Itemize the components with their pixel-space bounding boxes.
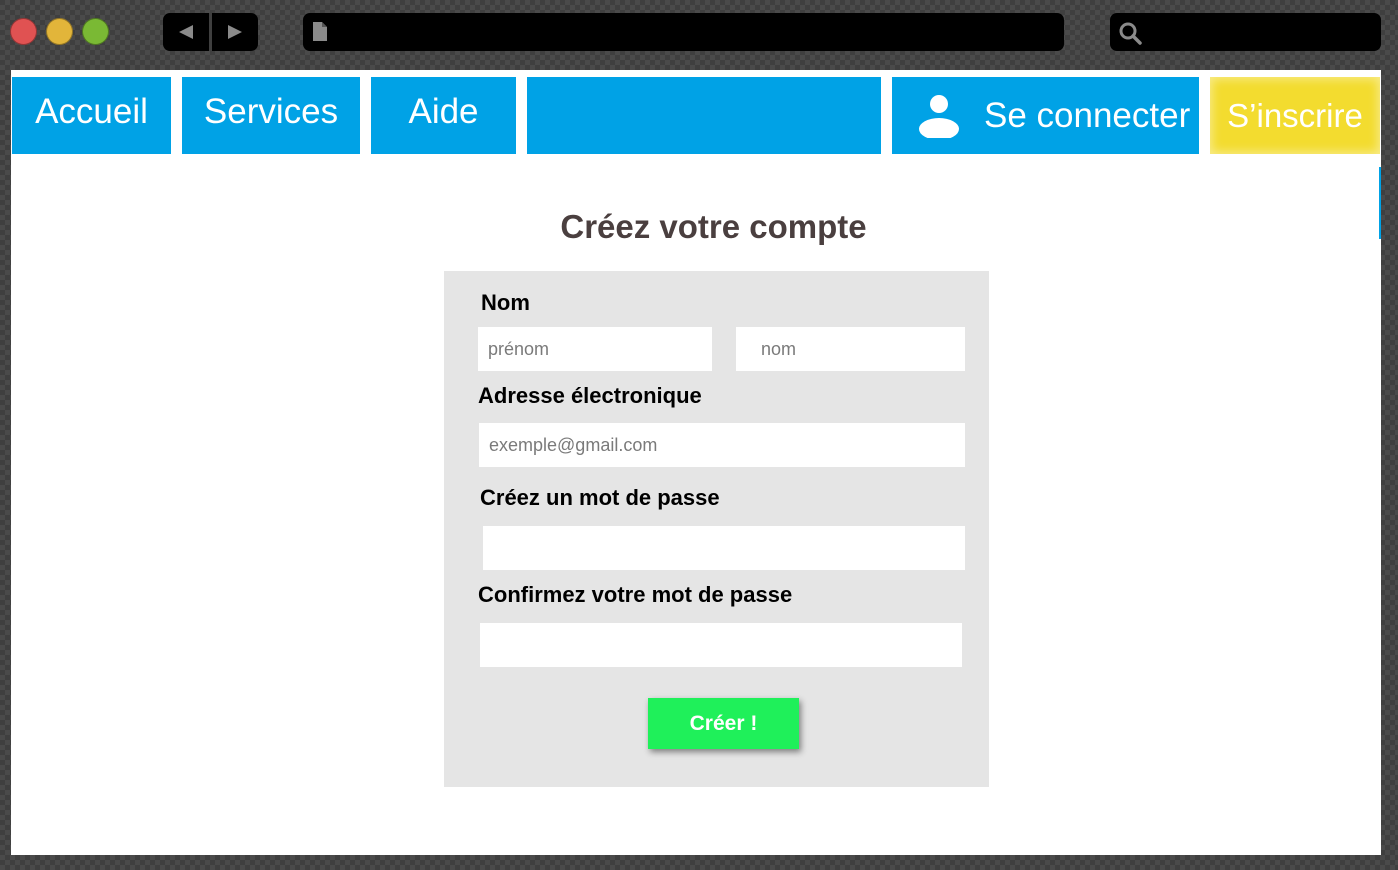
page-viewport: Accueil Services Aide Se connecter S’ins…: [11, 70, 1381, 855]
password-input[interactable]: [483, 526, 965, 570]
page-file-icon: [313, 22, 327, 41]
nav-home[interactable]: Accueil: [12, 77, 171, 154]
minimize-window-button[interactable]: [46, 18, 73, 45]
browser-chrome: [0, 0, 1398, 70]
forward-arrow-icon: [228, 25, 242, 39]
email-input[interactable]: [479, 423, 965, 467]
maximize-window-button[interactable]: [82, 18, 109, 45]
history-buttons: [163, 13, 258, 51]
first-name-input[interactable]: [478, 327, 712, 371]
address-bar[interactable]: [303, 13, 1064, 51]
close-window-button[interactable]: [10, 18, 37, 45]
page-title: Créez votre compte: [560, 208, 867, 245]
nav-help[interactable]: Aide: [371, 77, 516, 154]
nav-spacer: [527, 77, 881, 154]
signup-form: Nom Adresse électronique Créez un mot de…: [444, 271, 989, 787]
user-icon: [919, 94, 959, 138]
browser-search-bar[interactable]: [1110, 13, 1381, 51]
login-label: Se connecter: [984, 95, 1191, 135]
confirm-password-input[interactable]: [480, 623, 962, 667]
last-name-input[interactable]: [736, 327, 965, 371]
create-account-button[interactable]: Créer !: [648, 698, 799, 749]
password-label: Créez un mot de passe: [480, 485, 720, 510]
nav-login-button[interactable]: Se connecter: [892, 77, 1199, 154]
back-button[interactable]: [163, 13, 209, 51]
search-icon: [1119, 22, 1142, 45]
nav-services[interactable]: Services: [182, 77, 360, 154]
email-label: Adresse électronique: [478, 383, 702, 408]
nav-signup-button[interactable]: S’inscrire: [1210, 77, 1380, 154]
forward-button[interactable]: [212, 13, 258, 51]
confirm-password-label: Confirmez votre mot de passe: [478, 582, 793, 607]
name-label: Nom: [481, 290, 530, 315]
back-arrow-icon: [179, 25, 193, 39]
